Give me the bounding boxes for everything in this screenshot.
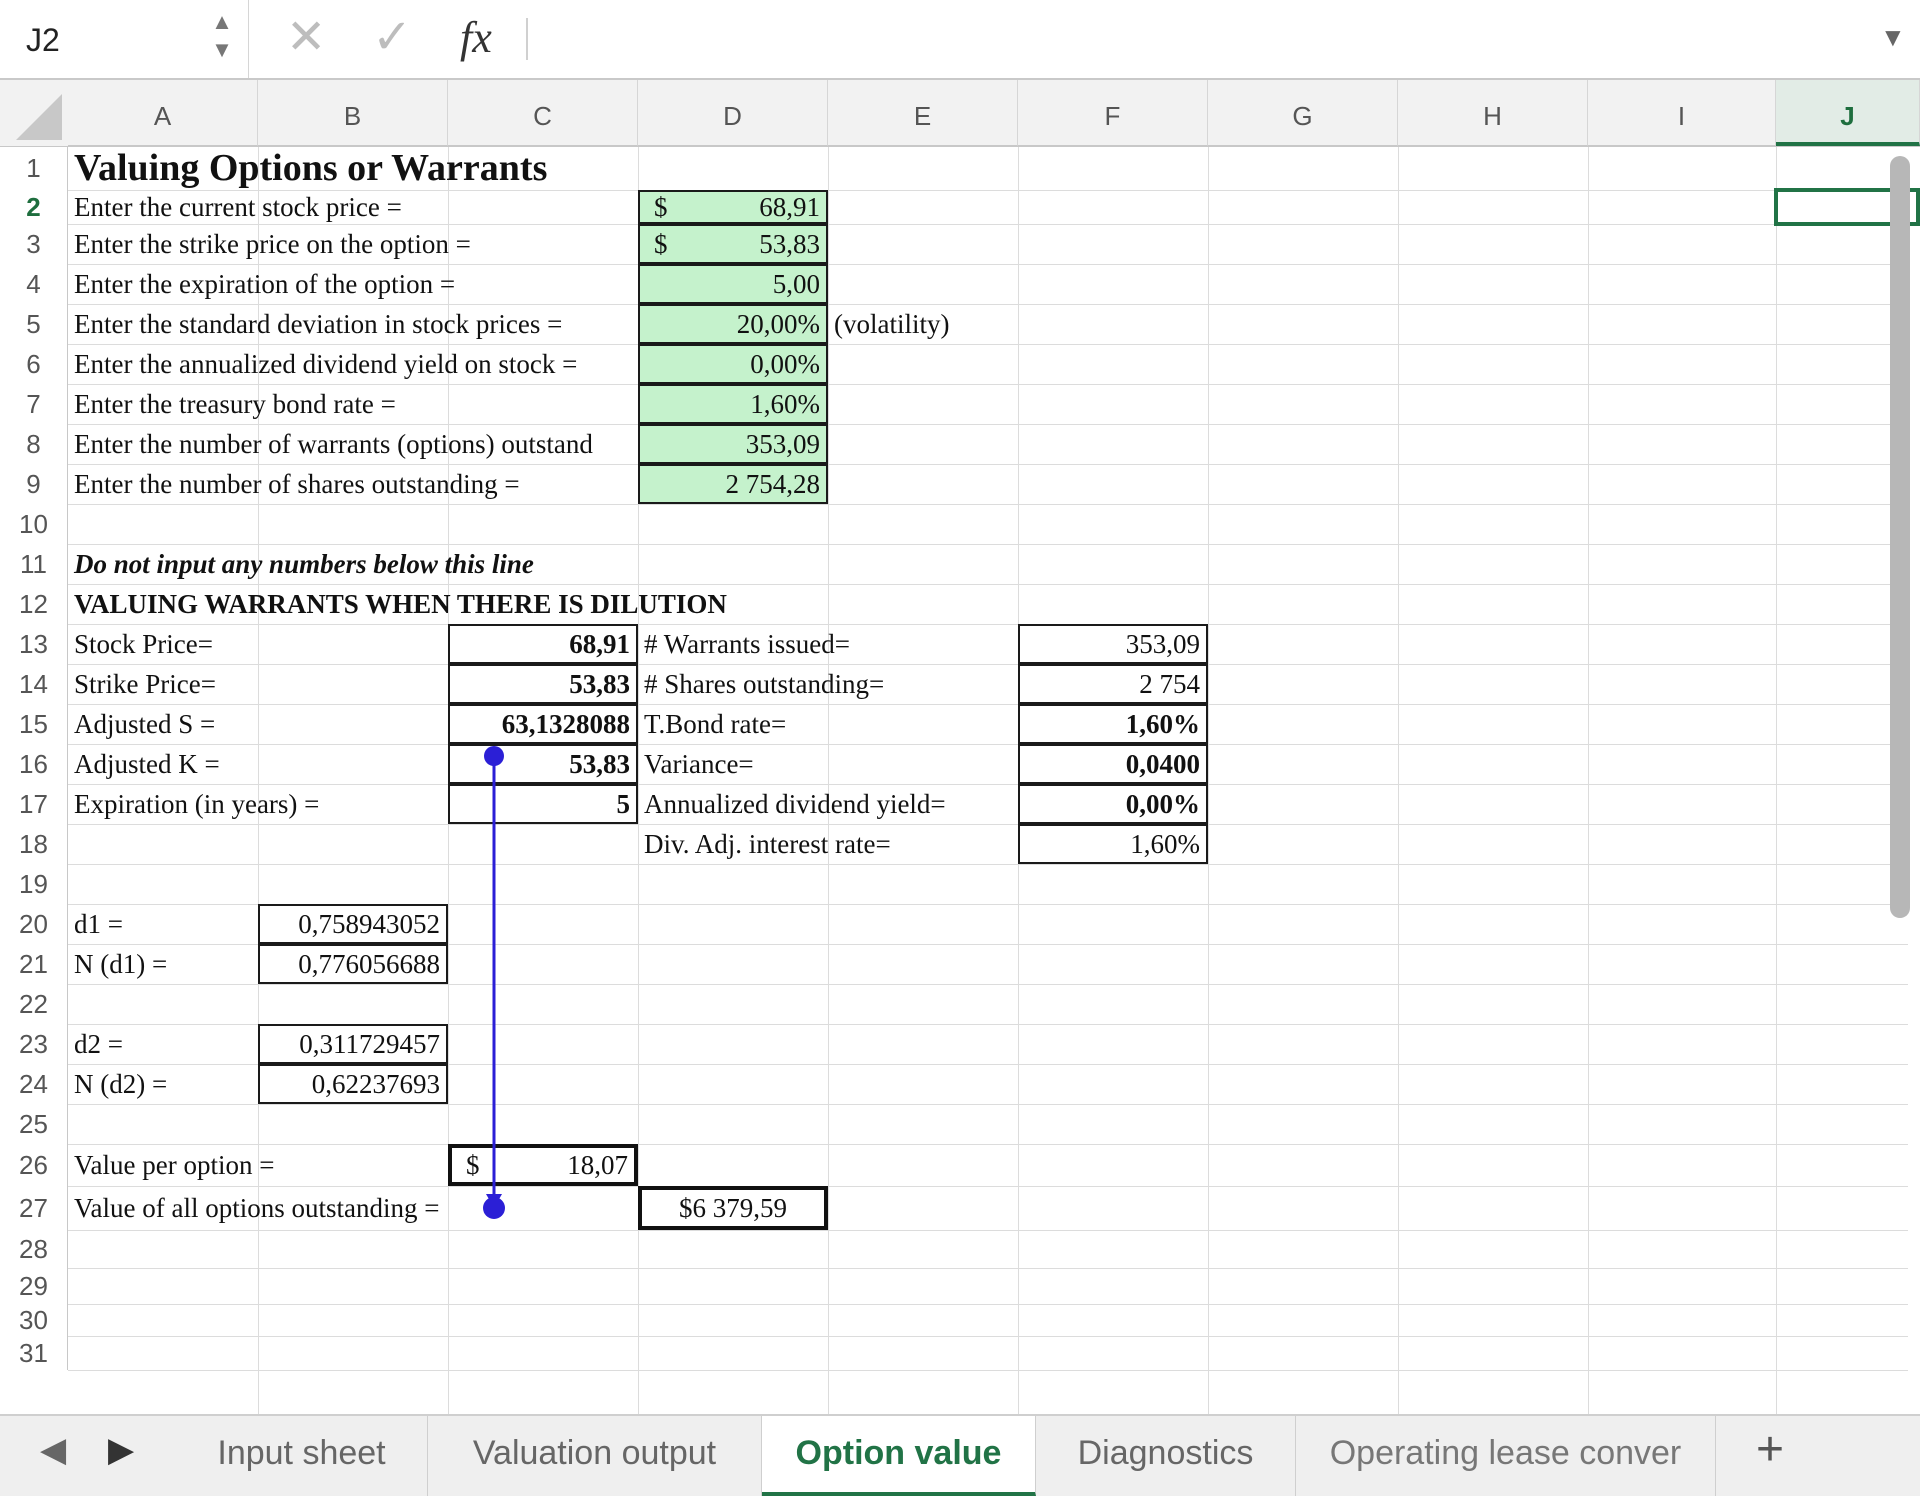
stepper-down-icon[interactable]: ▼: [206, 36, 238, 64]
formula-input[interactable]: [540, 14, 1874, 66]
formula-bar: J2 ▲ ▼ ✕ ✓ fx ▼: [0, 0, 1920, 80]
tab-input-sheet[interactable]: Input sheet: [176, 1416, 428, 1496]
vertical-scrollbar-thumb[interactable]: [1890, 156, 1910, 918]
worksheet-grid[interactable]: ABCDEFGHIJ 1 2 3 4 5 6 7 8 9 10 11 12 13 14 15 16 17 18 19…: [0, 80, 1920, 1414]
enter-check-icon[interactable]: ✓: [372, 14, 412, 62]
add-sheet-icon[interactable]: +: [1756, 1422, 1784, 1477]
sheet-tab-bar: ◀ ▶ Input sheet Valuation output Option …: [0, 1414, 1920, 1496]
tab-valuation-output[interactable]: Valuation output: [428, 1416, 762, 1496]
name-box-stepper-icon[interactable]: ▲ ▼: [206, 8, 238, 70]
tab-scroll-left-icon[interactable]: ◀: [40, 1430, 66, 1470]
trace-arrow-start-dot: [484, 746, 504, 766]
fx-icon[interactable]: fx: [460, 12, 492, 63]
formula-bar-separator: [526, 18, 528, 60]
tab-option-value[interactable]: Option value: [762, 1416, 1036, 1496]
cancel-icon[interactable]: ✕: [286, 14, 326, 62]
stepper-up-icon[interactable]: ▲: [206, 8, 238, 36]
name-box[interactable]: J2 ▲ ▼: [0, 0, 249, 78]
tab-scroll-right-icon[interactable]: ▶: [108, 1430, 134, 1470]
trace-arrow-end-dot: [483, 1197, 505, 1219]
name-box-value[interactable]: J2: [26, 22, 60, 59]
formula-bar-expand-icon[interactable]: ▼: [1880, 22, 1906, 53]
tab-diagnostics[interactable]: Diagnostics: [1036, 1416, 1296, 1496]
trace-precedents-arrow: [483, 746, 505, 1219]
tab-operating-lease-conversion[interactable]: Operating lease conver: [1296, 1416, 1716, 1496]
